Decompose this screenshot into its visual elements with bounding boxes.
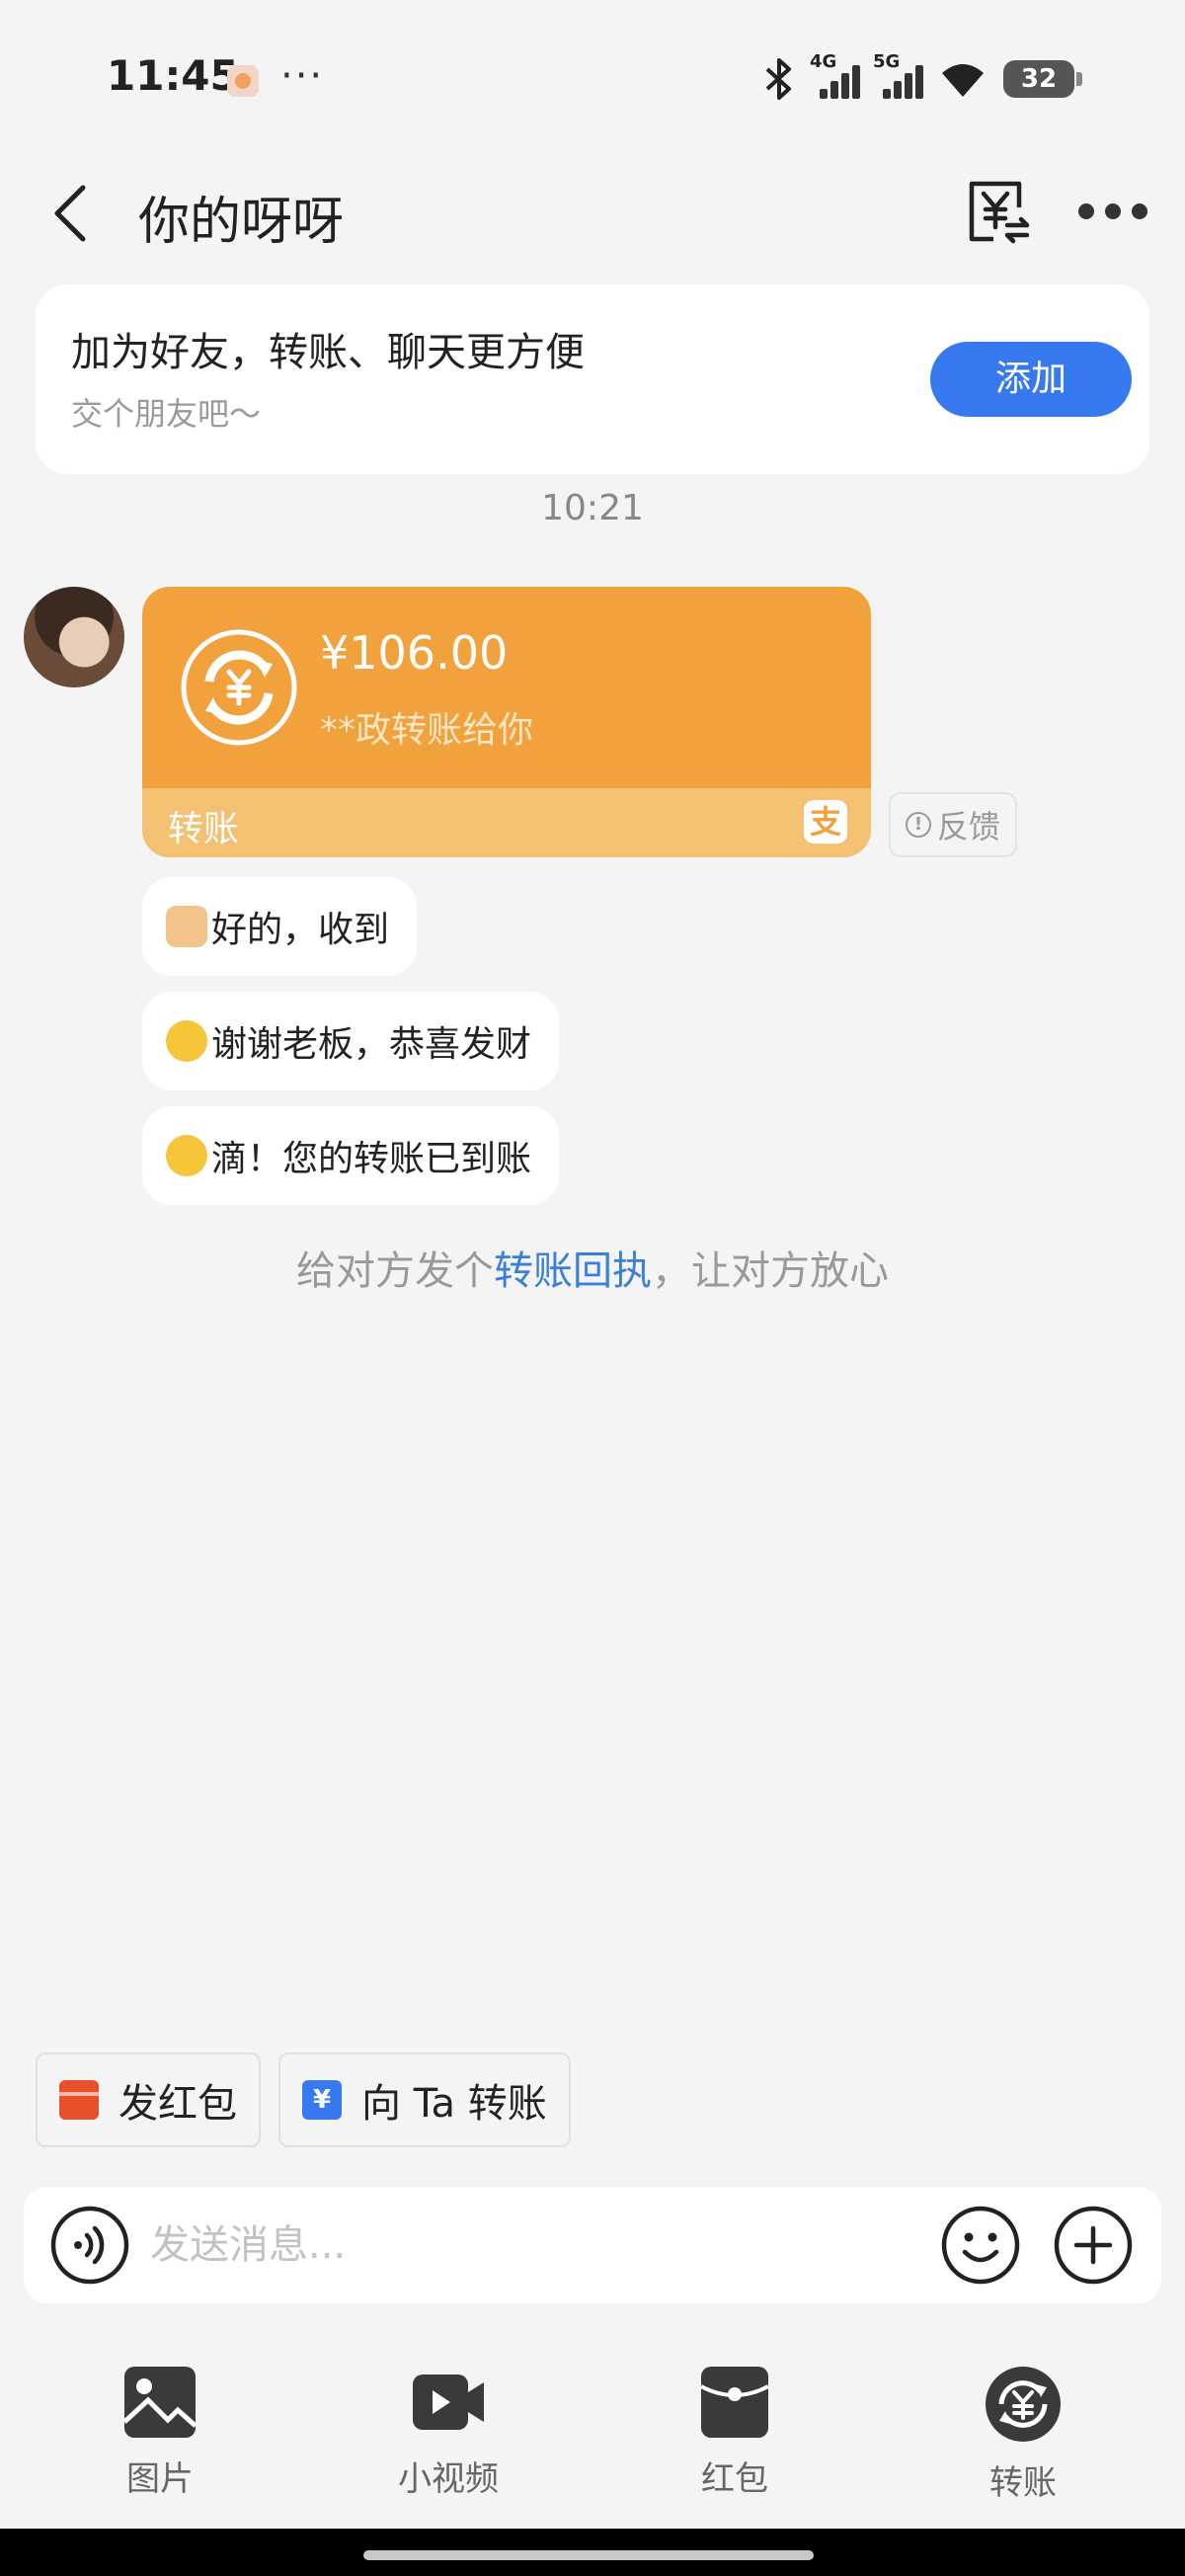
tool-transfer-label: 转账 xyxy=(989,2463,1057,2503)
chat-title: 你的呀呀 xyxy=(138,193,345,252)
tool-red-packet[interactable]: 红包 xyxy=(646,2365,824,2523)
voice-icon xyxy=(50,2206,129,2285)
chat-tool-bar: 图片 小视频 红包 转账 xyxy=(0,2351,1185,2529)
tool-short-video[interactable]: 小视频 xyxy=(359,2365,537,2523)
send-red-envelope-button[interactable]: 发红包 xyxy=(36,2053,261,2147)
voice-input-button[interactable] xyxy=(49,2205,130,2286)
transfer-message-card[interactable]: ¥106.00 **政转账给你 转账 支 xyxy=(142,587,871,857)
add-friend-card: 加为好友，转账、聊天更方便 交个朋友吧～ 添加 xyxy=(36,284,1149,474)
message-text: 滴！您的转账已到账 xyxy=(211,1139,532,1179)
smile-hand-emoji-icon xyxy=(166,1020,207,1062)
back-arrow-icon xyxy=(54,185,86,242)
red-packet-icon xyxy=(700,2367,769,2438)
tool-transfer[interactable]: 转账 xyxy=(934,2365,1112,2523)
bill-button[interactable] xyxy=(964,178,1033,247)
info-icon: ! xyxy=(905,812,931,838)
message-bubble[interactable]: 好的，收到 xyxy=(142,877,418,976)
transfer-card-icon: ¥ xyxy=(302,2080,342,2120)
tool-image-label: 图片 xyxy=(126,2459,194,2499)
message-text: 谢谢老板，恭喜发财 xyxy=(211,1024,532,1065)
message-input-bar xyxy=(24,2187,1161,2303)
more-dot-icon xyxy=(1132,203,1147,219)
battery-icon: 32 xyxy=(1003,60,1082,98)
add-friend-subtitle: 交个朋友吧～ xyxy=(71,395,262,433)
add-friend-title: 加为好友，转账、聊天更方便 xyxy=(71,330,585,375)
more-options-button[interactable] xyxy=(1078,192,1147,231)
receipt-hint-suffix: ，让对方放心 xyxy=(652,1248,889,1294)
smiley-icon xyxy=(941,2206,1020,2285)
more-notifications-icon: ··· xyxy=(280,53,325,99)
bluetooth-icon xyxy=(765,58,791,100)
quick-actions: 发红包 ¥ 向 Ta 转账 xyxy=(36,2053,571,2147)
feedback-label: 反馈 xyxy=(936,808,1000,845)
tool-image[interactable]: 图片 xyxy=(71,2365,249,2523)
tool-short-video-label: 小视频 xyxy=(398,2459,499,2499)
send-red-envelope-label: 发红包 xyxy=(118,2081,237,2127)
message-time-divider: 10:21 xyxy=(541,488,644,528)
chat-header: 你的呀呀 xyxy=(0,158,1185,267)
transfer-to-ta-label: 向 Ta 转账 xyxy=(361,2081,547,2127)
message-bubble[interactable]: 滴！您的转账已到账 xyxy=(142,1106,560,1205)
more-input-button[interactable] xyxy=(1053,2205,1134,2286)
transfer-exchange-icon xyxy=(181,629,297,746)
signal-5g-label: 5G xyxy=(873,51,901,72)
add-friend-button[interactable]: 添加 xyxy=(930,342,1132,417)
plus-icon xyxy=(1054,2206,1133,2285)
smirk-emoji-icon xyxy=(166,1135,207,1176)
status-bar: 11:45 ··· 4G 5G 32 xyxy=(0,0,1185,158)
transfer-icon xyxy=(986,2367,1061,2442)
feedback-button[interactable]: ! 反馈 xyxy=(889,792,1017,857)
home-indicator[interactable] xyxy=(0,2529,1185,2576)
message-text: 好的，收到 xyxy=(211,910,390,950)
transfer-card-body: ¥106.00 **政转账给你 xyxy=(142,587,871,788)
alipay-logo-icon: 支 xyxy=(804,800,847,844)
handshake-emoji-icon xyxy=(166,906,207,947)
more-dot-icon xyxy=(1078,203,1094,219)
signal-4g-icon: 4G xyxy=(810,51,860,101)
transfer-card-footer: 转账 支 xyxy=(142,788,871,857)
status-time: 11:45 xyxy=(107,51,239,100)
wifi-icon xyxy=(942,64,984,97)
signal-4g-label: 4G xyxy=(810,51,837,72)
transfer-receipt-link[interactable]: 转账回执 xyxy=(494,1248,652,1294)
emoji-button[interactable] xyxy=(940,2205,1021,2286)
transfer-amount: ¥106.00 xyxy=(320,626,509,680)
signal-5g-icon: 5G xyxy=(873,51,923,101)
message-input[interactable] xyxy=(150,2205,920,2286)
bill-icon xyxy=(969,181,1030,244)
transfer-footer-label: 转账 xyxy=(168,809,240,849)
more-dot-icon xyxy=(1105,203,1121,219)
status-indicators: 4G 5G 32 xyxy=(762,51,1082,103)
video-icon xyxy=(413,2375,484,2430)
transfer-to-ta-button[interactable]: ¥ 向 Ta 转账 xyxy=(278,2053,571,2147)
notification-app-icon xyxy=(227,65,259,97)
image-icon xyxy=(122,2367,198,2438)
receipt-hint-prefix: 给对方发个 xyxy=(296,1248,494,1294)
transfer-receipt-hint: 给对方发个转账回执，让对方放心 xyxy=(0,1239,1185,1296)
tool-red-packet-label: 红包 xyxy=(701,2459,768,2499)
back-button[interactable] xyxy=(45,182,105,245)
red-envelope-icon xyxy=(59,2080,99,2120)
contact-avatar[interactable] xyxy=(24,587,124,687)
message-bubble[interactable]: 谢谢老板，恭喜发财 xyxy=(142,992,560,1090)
transfer-description: **政转账给你 xyxy=(320,710,534,751)
